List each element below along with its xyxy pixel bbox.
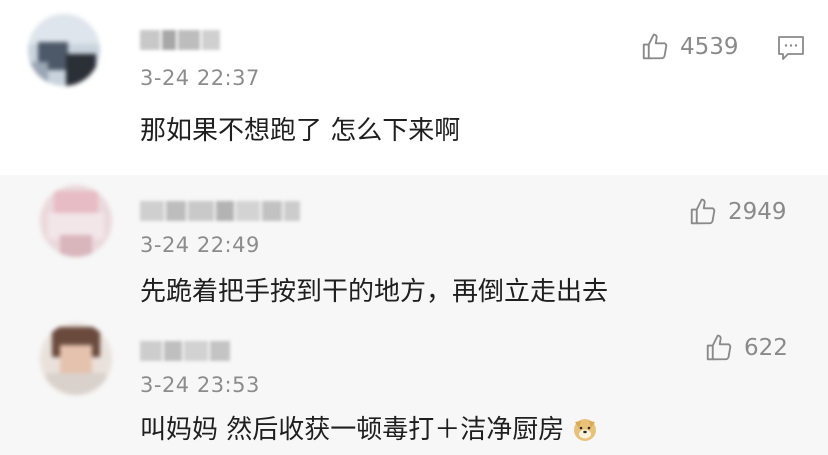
avatar[interactable]	[28, 14, 100, 86]
comment-text: 先跪着把手按到干的地方，再倒立走出去	[140, 277, 609, 307]
avatar[interactable]	[40, 185, 112, 257]
comment-text: 叫妈妈 然后收获一顿毒打＋洁净厨房	[140, 409, 598, 446]
like-button[interactable]: 4539	[640, 32, 739, 62]
comment-time: 3-24 22:49	[140, 233, 260, 257]
comment-text: 那如果不想跑了 怎么下来啊	[140, 116, 461, 146]
comment-icon[interactable]	[776, 34, 806, 62]
comment-time: 3-24 23:53	[140, 373, 260, 397]
thumbs-up-icon	[690, 198, 716, 225]
username[interactable]	[140, 201, 300, 221]
thumbs-up-icon	[642, 33, 668, 60]
username[interactable]	[140, 30, 220, 50]
comment-item: 3-24 22:37 那如果不想跑了 怎么下来啊 4539	[0, 0, 828, 175]
username[interactable]	[140, 341, 230, 361]
like-button[interactable]: 2949	[688, 197, 787, 227]
comment-time: 3-24 22:37	[140, 66, 260, 90]
like-count: 622	[744, 335, 788, 361]
reply-section: 3-24 22:49 先跪着把手按到干的地方，再倒立走出去 2949 3-24 …	[0, 175, 828, 455]
avatar[interactable]	[40, 323, 112, 395]
thumbs-up-icon	[706, 334, 732, 361]
like-count: 2949	[728, 199, 787, 225]
like-count: 4539	[680, 34, 739, 60]
doge-emoji-icon	[574, 419, 597, 441]
like-button[interactable]: 622	[704, 333, 788, 363]
comment-text-content: 叫妈妈 然后收获一顿毒打＋洁净厨房	[140, 415, 565, 445]
